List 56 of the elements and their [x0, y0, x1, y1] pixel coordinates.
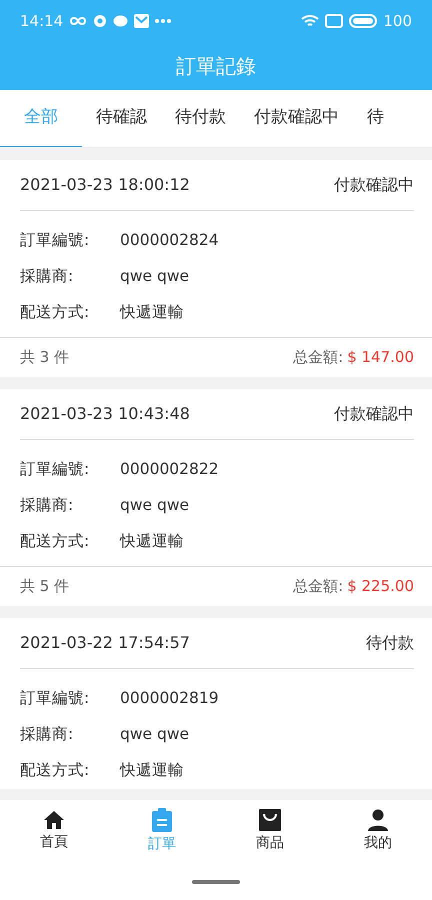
tab[interactable]: 待確認 — [82, 90, 161, 147]
order-card[interactable]: 2021-03-22 17:54:57 待付款 訂單編號: 0000002819 採購商: qwe qwe 配送方式: 快遞運輸 — [0, 618, 432, 789]
order-datetime: 2021-03-23 10:43:48 — [20, 403, 190, 425]
field-value: 快遞運輸 — [120, 302, 184, 324]
item-count: 共 3 件 — [20, 347, 70, 368]
home-icon — [43, 810, 65, 830]
tab[interactable]: 待付款 — [161, 90, 240, 147]
field-value: 0000002819 — [120, 688, 219, 710]
chat-icon — [113, 14, 128, 28]
home-indicator[interactable] — [192, 880, 240, 884]
app-icon — [93, 14, 108, 28]
tab[interactable]: 待 — [353, 90, 398, 147]
field-label: 訂單編號: — [20, 230, 90, 252]
field-label: 配送方式: — [20, 302, 90, 324]
field-label: 採購商: — [20, 266, 74, 288]
screen-icon — [325, 14, 344, 28]
field-label: 訂單編號: — [20, 459, 90, 480]
field-value: 0000002822 — [120, 459, 219, 480]
item-count: 共 5 件 — [20, 576, 70, 598]
order-status: 付款確認中 — [334, 403, 414, 425]
order-card[interactable]: 2021-03-23 10:43:48 付款確認中 訂單編號: 0000002822 採購商: qwe qwe 配送方式: 快遞運輸 共 5 件 总金額: $ 225.00 — [0, 389, 432, 606]
page-title: 訂單記錄 — [176, 53, 256, 80]
field-label: 採購商: — [20, 495, 74, 516]
field-label: 訂單編號: — [20, 688, 90, 710]
total-amount: $ 225.00 — [347, 576, 414, 598]
wifi-icon — [301, 14, 320, 28]
field-label: 採購商: — [20, 724, 74, 746]
order-status: 付款確認中 — [334, 174, 414, 196]
infinity-icon — [69, 16, 88, 26]
battery-icon — [349, 14, 378, 28]
mail-icon — [134, 14, 150, 28]
clipboard-icon — [152, 808, 172, 832]
field-value: 0000002824 — [120, 230, 219, 252]
field-label: 配送方式: — [20, 531, 90, 552]
field-value: qwe qwe — [120, 266, 190, 288]
total-label: 总金額: — [293, 347, 344, 368]
field-value: qwe qwe — [120, 724, 190, 746]
order-card[interactable]: 2021-03-23 18:00:12 付款確認中 訂單編號: 0000002824 採購商: qwe qwe 配送方式: 快遞運輸 共 3 件 总金額: $ 147.00 — [0, 160, 432, 377]
order-status: 待付款 — [366, 632, 414, 654]
nav-tab[interactable]: 我的 — [324, 800, 432, 862]
field-value: 快遞運輸 — [120, 531, 184, 552]
more-icon — [155, 19, 172, 23]
nav-tab[interactable]: 商品 — [216, 800, 324, 862]
field-label: 配送方式: — [20, 760, 90, 782]
nav-tab[interactable]: 首頁 — [0, 800, 108, 862]
battery-level: 100 — [383, 10, 412, 32]
field-value: qwe qwe — [120, 495, 190, 516]
order-datetime: 2021-03-23 18:00:12 — [20, 174, 190, 196]
field-value: 快遞運輸 — [120, 760, 184, 782]
person-icon — [367, 808, 389, 830]
order-datetime: 2021-03-22 17:54:57 — [20, 632, 190, 654]
total-amount: $ 147.00 — [347, 347, 414, 368]
status-time: 14:14 — [20, 10, 64, 32]
total-label: 总金額: — [293, 576, 344, 598]
shopping-bag-icon — [259, 808, 281, 830]
tab[interactable]: 付款確認中 — [240, 90, 353, 147]
